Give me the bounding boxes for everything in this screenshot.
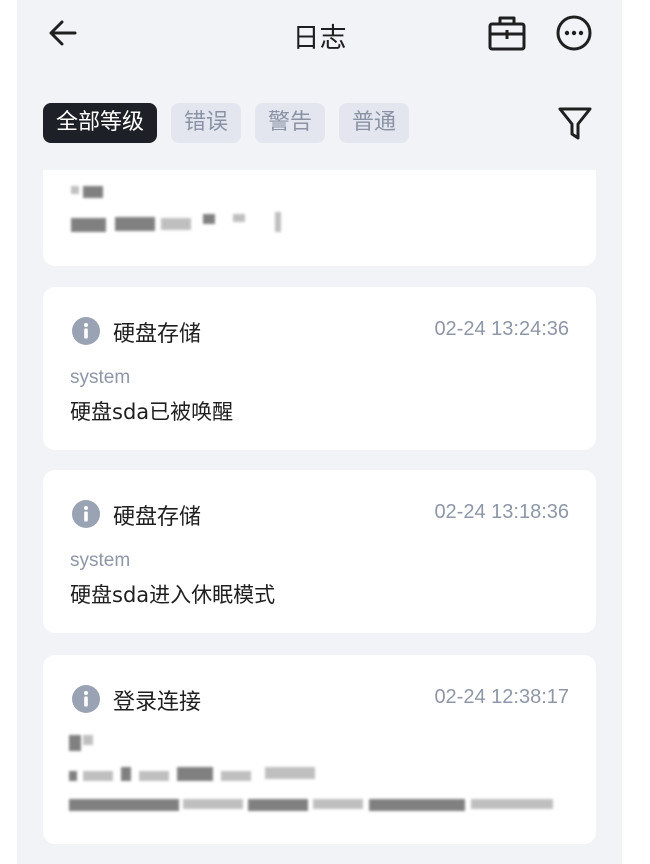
header-bar: 日志 [17, 0, 622, 70]
redacted-text [121, 767, 131, 781]
briefcase-button[interactable] [487, 14, 527, 52]
redacted-text [369, 799, 465, 811]
log-timestamp: 02-24 13:24:36 [434, 318, 569, 340]
redacted-text [69, 799, 179, 811]
chip-warning[interactable]: 警告 [255, 103, 326, 143]
log-card[interactable]: 硬盘存储 02-24 13:24:36 system 硬盘sda已被唤醒 [43, 287, 596, 450]
redacted-text [83, 186, 103, 198]
briefcase-icon [488, 16, 526, 51]
app-screen: 日志 全部等级 错误 警告 普通 硬盘存储 02-24 13:24:36 sys… [17, 0, 622, 864]
redacted-text [177, 767, 213, 781]
funnel-filter-icon [558, 107, 592, 140]
redacted-text [69, 735, 81, 751]
chip-error[interactable]: 错误 [171, 103, 242, 143]
redacted-text [203, 214, 215, 224]
redacted-text [275, 212, 281, 232]
redacted-text [265, 767, 315, 779]
log-card[interactable]: 硬盘存储 02-24 13:18:36 system 硬盘sda进入休眠模式 [43, 470, 596, 633]
log-timestamp: 02-24 13:18:36 [434, 501, 569, 523]
log-title: 硬盘存储 [113, 322, 202, 347]
log-title: 登录连接 [113, 690, 202, 715]
filter-button[interactable] [556, 104, 594, 144]
log-source: system [70, 367, 131, 388]
redacted-text [313, 799, 363, 809]
more-button[interactable] [555, 14, 593, 52]
info-icon [72, 500, 100, 528]
level-filter-bar: 全部等级 错误 警告 普通 [43, 103, 410, 143]
log-source: system [70, 550, 131, 571]
redacted-text [71, 218, 106, 232]
page-title: 日志 [292, 23, 347, 54]
log-title: 硬盘存储 [113, 505, 202, 530]
redacted-text [69, 771, 77, 781]
log-card[interactable]: 登录连接 02-24 12:38:17 [43, 655, 596, 844]
redacted-text [233, 214, 245, 222]
chip-all-levels[interactable]: 全部等级 [43, 103, 158, 143]
redacted-text [83, 735, 93, 745]
redacted-text [471, 799, 553, 809]
redacted-text [71, 186, 79, 194]
chip-normal[interactable]: 普通 [339, 103, 410, 143]
redacted-text [139, 771, 169, 781]
more-horizontal-icon [556, 15, 592, 51]
redacted-text [83, 771, 113, 781]
info-icon [72, 685, 100, 713]
info-icon [72, 317, 100, 345]
redacted-text [248, 799, 308, 811]
log-card[interactable] [43, 170, 596, 266]
log-timestamp: 02-24 12:38:17 [434, 686, 569, 708]
redacted-text [183, 799, 243, 809]
redacted-text [221, 771, 251, 781]
log-message: 硬盘sda已被唤醒 [70, 400, 234, 424]
redacted-text [115, 217, 155, 231]
redacted-text [161, 218, 191, 230]
log-message: 硬盘sda进入休眠模式 [70, 583, 276, 607]
